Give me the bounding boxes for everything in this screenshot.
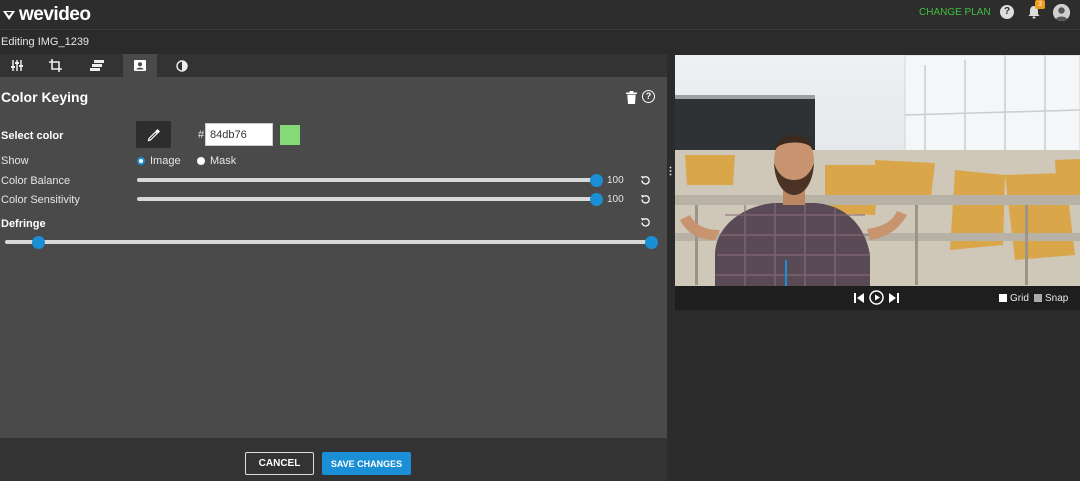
color-sensitivity-track[interactable] (137, 197, 597, 201)
avatar[interactable] (1053, 4, 1070, 21)
color-balance-value: 100 (607, 175, 624, 186)
panel-title: Color Keying (1, 89, 89, 105)
color-sensitivity-value: 100 (607, 194, 624, 205)
skip-back-icon[interactable] (854, 293, 864, 303)
color-balance-label: Color Balance (1, 175, 71, 187)
tab-filters[interactable] (165, 54, 199, 77)
eyedropper-button[interactable] (136, 121, 171, 148)
color-balance-track[interactable] (137, 178, 597, 182)
show-mask-radio[interactable] (197, 157, 205, 165)
timeline-area (667, 310, 1080, 481)
user-avatar-icon (1053, 4, 1070, 21)
color-keying-panel: Color Keying ? Select color # Show Image… (0, 54, 667, 481)
wevideo-logo[interactable]: wevideo (2, 4, 91, 26)
hex-hash-symbol: # (198, 129, 205, 141)
logo-text: wevideo (19, 4, 91, 25)
snap-checkbox[interactable] (1034, 294, 1042, 302)
classroom-preview-image (675, 55, 1080, 286)
crop-icon (48, 59, 62, 72)
save-changes-button[interactable]: SAVE CHANGES (322, 452, 411, 475)
trash-icon[interactable] (626, 91, 637, 104)
defringe-low-thumb[interactable] (32, 236, 45, 249)
portrait-icon (134, 60, 146, 71)
play-icon[interactable] (869, 290, 884, 305)
eyedropper-icon (147, 128, 160, 141)
color-balance-reset-icon[interactable] (640, 175, 651, 186)
color-balance-thumb[interactable] (590, 174, 603, 187)
contrast-icon (176, 59, 188, 72)
editing-header: Editing IMG_1239 (0, 29, 1080, 53)
tab-crop[interactable] (38, 54, 72, 77)
show-label: Show (1, 155, 29, 167)
notification-badge: 3 (1035, 0, 1045, 9)
top-bar: wevideo CHANGE PLAN ? 3 (0, 0, 1080, 28)
grid-label[interactable]: Grid (1010, 293, 1029, 304)
color-sensitivity-thumb[interactable] (590, 193, 603, 206)
tab-adjust[interactable] (0, 54, 34, 77)
help-icon[interactable]: ? (1000, 5, 1014, 19)
grid-checkbox[interactable] (999, 294, 1007, 302)
change-plan-link[interactable]: CHANGE PLAN (919, 7, 991, 18)
defringe-high-thumb[interactable] (645, 236, 658, 249)
panel-footer: CANCEL SAVE CHANGES (0, 438, 667, 481)
hex-color-input[interactable] (205, 123, 273, 146)
select-color-label: Select color (1, 130, 64, 142)
logo-mark-icon (3, 11, 15, 20)
sliders-icon (11, 60, 23, 71)
show-image-radio[interactable] (137, 157, 145, 165)
layers-icon (90, 60, 104, 71)
tool-tabs (0, 54, 667, 77)
show-mask-label[interactable]: Mask (210, 155, 236, 167)
resize-grip-icon[interactable] (669, 166, 672, 176)
defringe-reset-icon[interactable] (640, 217, 651, 228)
panel-help-icon[interactable]: ? (642, 90, 655, 103)
show-image-label[interactable]: Image (150, 155, 181, 167)
snap-label[interactable]: Snap (1045, 293, 1068, 304)
defringe-track[interactable] (5, 240, 651, 244)
cancel-button[interactable]: CANCEL (245, 452, 314, 475)
color-sensitivity-label: Color Sensitivity (1, 194, 80, 206)
tab-color-keying[interactable] (123, 54, 157, 77)
video-preview[interactable] (675, 55, 1080, 286)
defringe-label: Defringe (1, 218, 46, 230)
tab-layers[interactable] (80, 54, 114, 77)
skip-forward-icon[interactable] (889, 293, 899, 303)
player-controls: Grid Snap (675, 286, 1080, 310)
color-sensitivity-reset-icon[interactable] (640, 194, 651, 205)
editing-title: Editing IMG_1239 (1, 36, 90, 48)
color-swatch[interactable] (280, 125, 300, 145)
